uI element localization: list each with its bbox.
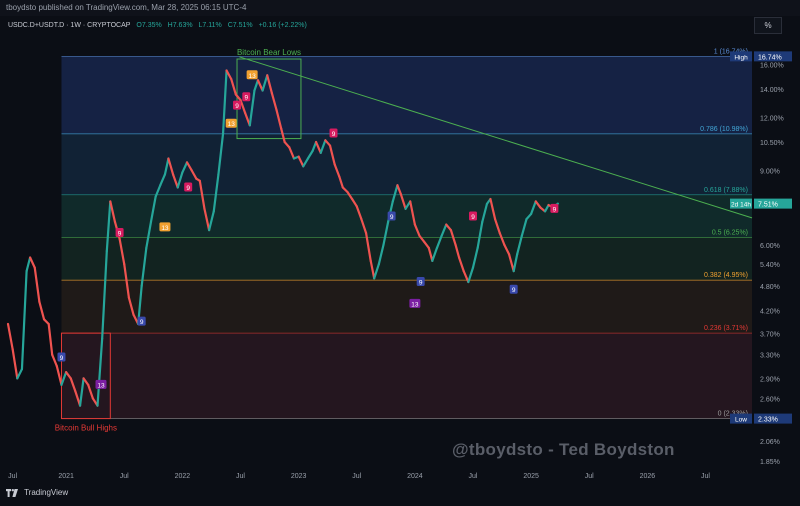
td-marker-label: 13	[228, 121, 236, 128]
td-marker-label: 9	[512, 287, 516, 294]
price-tag-value: 16.74%	[758, 54, 782, 61]
y-tick-label: 2.90%	[760, 376, 780, 383]
y-tick-label: 16.00%	[760, 63, 784, 70]
price-segment	[38, 300, 46, 321]
price-tag-name: High	[734, 54, 748, 61]
td-marker-label: 9	[471, 214, 475, 221]
fib-level-label: 0.5 (6.25%)	[712, 229, 748, 236]
x-tick-label: Jul	[469, 473, 478, 480]
y-tick-label: 14.00%	[760, 87, 784, 94]
x-tick-label: 2021	[58, 473, 74, 480]
td-marker-label: 13	[161, 225, 169, 232]
x-tick-label: Jul	[236, 473, 245, 480]
fib-level-label: 0.382 (4.95%)	[704, 272, 748, 279]
x-tick-label: Jul	[585, 473, 594, 480]
x-tick-label: 2022	[175, 473, 191, 480]
price-segment	[51, 353, 58, 368]
td-marker-label: 13	[97, 382, 105, 389]
price-segment	[20, 270, 28, 371]
price-axis	[752, 38, 800, 468]
td-marker-label: 9	[553, 206, 557, 213]
price-segment	[16, 368, 24, 380]
x-tick-label: Jul	[120, 473, 129, 480]
x-tick-label: 2023	[291, 473, 307, 480]
y-tick-label: 12.00%	[760, 116, 784, 123]
td-marker-label: 9	[332, 131, 336, 138]
annotation-box-label: Bitcoin Bear Lows	[237, 48, 301, 57]
td-marker-label: 9	[245, 95, 249, 102]
fib-band	[61, 333, 753, 419]
y-tick-label: 3.70%	[760, 332, 780, 339]
fib-band	[61, 56, 753, 134]
y-tick-label: 4.20%	[760, 308, 780, 315]
tradingview-logo-icon	[6, 488, 18, 497]
y-tick-label: 9.00%	[760, 168, 780, 175]
td-marker-label: 9	[419, 280, 423, 287]
td-marker-label: 9	[140, 319, 144, 326]
price-chart[interactable]: 1 (16.74%)0.786 (10.98%)0.618 (7.88%)0.5…	[0, 0, 800, 506]
x-tick-label: 2025	[523, 473, 539, 480]
author-watermark: @tboydsto - Ted Boydston	[452, 440, 675, 459]
x-tick-label: 2024	[407, 473, 423, 480]
td-marker-label: 13	[411, 301, 419, 308]
price-segment	[6, 322, 14, 351]
y-tick-label: 4.80%	[760, 284, 780, 291]
y-tick-label: 10.50%	[760, 140, 784, 147]
x-tick-label: Jul	[8, 473, 17, 480]
td-marker-label: 9	[60, 355, 64, 362]
y-tick-label: 6.00%	[760, 243, 780, 250]
price-tag-name: Low	[735, 417, 747, 424]
td-marker-label: 13	[249, 73, 257, 80]
price-tag-name: 2d 14h	[731, 202, 751, 209]
price-segment	[28, 256, 36, 269]
x-tick-label: 2026	[640, 473, 656, 480]
price-tag-value: 2.33%	[758, 417, 778, 424]
annotation-box-label: Bitcoin Bull Highs	[55, 424, 117, 433]
price-segment	[55, 365, 63, 386]
fib-level-label: 0.618 (7.88%)	[704, 187, 748, 194]
y-tick-label: 3.30%	[760, 353, 780, 360]
fib-band	[61, 237, 753, 281]
td-marker-label: 9	[186, 185, 190, 192]
y-tick-label: 5.40%	[760, 262, 780, 269]
x-tick-label: Jul	[701, 473, 710, 480]
fib-band	[61, 280, 753, 334]
footer-brand: TradingView	[6, 488, 68, 497]
td-marker-label: 9	[235, 103, 239, 110]
x-tick-label: Jul	[352, 473, 361, 480]
price-segment	[33, 266, 41, 303]
brand-name: TradingView	[24, 488, 69, 497]
fib-level-label: 0.786 (10.98%)	[700, 126, 748, 133]
price-segment	[47, 322, 54, 356]
td-marker-label: 9	[390, 214, 394, 221]
fib-level-label: 0.236 (3.71%)	[704, 325, 748, 332]
price-segment	[25, 256, 32, 273]
y-tick-label: 2.60%	[760, 396, 780, 403]
price-tag-value: 7.51%	[758, 202, 778, 209]
price-segment	[11, 348, 19, 380]
y-tick-label: 2.06%	[760, 439, 780, 446]
y-tick-label: 1.85%	[760, 459, 780, 466]
td-marker-label: 9	[118, 230, 122, 237]
